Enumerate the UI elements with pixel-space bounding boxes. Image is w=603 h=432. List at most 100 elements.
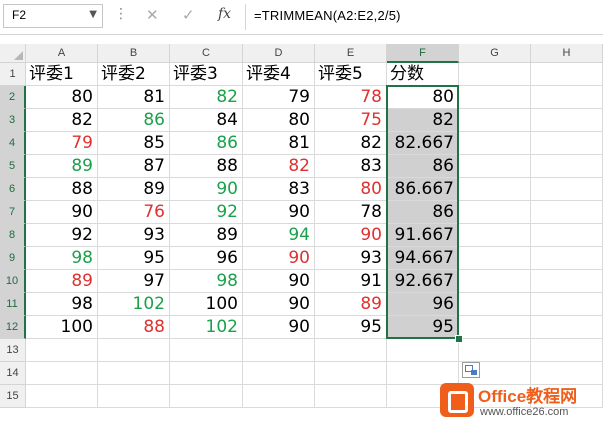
- empty-cell[interactable]: [315, 385, 387, 408]
- score-cell[interactable]: 82.667: [387, 132, 459, 155]
- quick-analysis-icon[interactable]: [462, 362, 480, 378]
- score-input-cell[interactable]: 80: [26, 86, 98, 109]
- empty-cell[interactable]: [98, 362, 170, 385]
- empty-cell[interactable]: [531, 109, 603, 132]
- score-input-cell[interactable]: 89: [98, 178, 170, 201]
- more-options-icon[interactable]: ⋮: [114, 7, 128, 21]
- score-input-cell[interactable]: 80: [315, 178, 387, 201]
- empty-cell[interactable]: [531, 132, 603, 155]
- score-cell[interactable]: 80: [387, 86, 459, 109]
- score-input-cell[interactable]: 102: [98, 293, 170, 316]
- empty-cell[interactable]: [459, 224, 531, 247]
- score-input-cell[interactable]: 100: [170, 293, 243, 316]
- row-header-7[interactable]: 7: [0, 201, 26, 224]
- empty-cell[interactable]: [26, 339, 98, 362]
- empty-cell[interactable]: [531, 86, 603, 109]
- name-box[interactable]: F2 ▼: [3, 4, 103, 28]
- empty-cell[interactable]: [98, 339, 170, 362]
- header-cell[interactable]: 评委1: [26, 63, 98, 86]
- row-header-12[interactable]: 12: [0, 316, 26, 339]
- score-cell[interactable]: 94.667: [387, 247, 459, 270]
- row-header-6[interactable]: 6: [0, 178, 26, 201]
- header-cell[interactable]: 评委4: [243, 63, 315, 86]
- score-input-cell[interactable]: 81: [243, 132, 315, 155]
- score-input-cell[interactable]: 86: [170, 132, 243, 155]
- score-input-cell[interactable]: 90: [243, 293, 315, 316]
- score-input-cell[interactable]: 100: [26, 316, 98, 339]
- score-input-cell[interactable]: 82: [26, 109, 98, 132]
- empty-cell[interactable]: [531, 178, 603, 201]
- score-input-cell[interactable]: 86: [98, 109, 170, 132]
- score-input-cell[interactable]: 78: [315, 201, 387, 224]
- score-input-cell[interactable]: 85: [98, 132, 170, 155]
- column-header-d[interactable]: D: [243, 44, 315, 63]
- empty-cell[interactable]: [459, 316, 531, 339]
- empty-cell[interactable]: [170, 339, 243, 362]
- empty-cell[interactable]: [459, 178, 531, 201]
- header-cell[interactable]: 评委2: [98, 63, 170, 86]
- confirm-icon[interactable]: ✓: [182, 6, 195, 24]
- column-header-e[interactable]: E: [315, 44, 387, 63]
- score-input-cell[interactable]: 83: [243, 178, 315, 201]
- empty-cell[interactable]: [531, 155, 603, 178]
- empty-cell[interactable]: [26, 385, 98, 408]
- column-header-b[interactable]: B: [98, 44, 170, 63]
- empty-cell[interactable]: [459, 109, 531, 132]
- row-header-8[interactable]: 8: [0, 224, 26, 247]
- row-header-4[interactable]: 4: [0, 132, 26, 155]
- empty-cell[interactable]: [459, 270, 531, 293]
- empty-cell[interactable]: [26, 362, 98, 385]
- score-input-cell[interactable]: 75: [315, 109, 387, 132]
- score-input-cell[interactable]: 79: [243, 86, 315, 109]
- empty-cell[interactable]: [459, 63, 531, 86]
- score-cell[interactable]: 96: [387, 293, 459, 316]
- score-input-cell[interactable]: 90: [170, 178, 243, 201]
- score-input-cell[interactable]: 82: [243, 155, 315, 178]
- score-input-cell[interactable]: 97: [98, 270, 170, 293]
- fill-handle[interactable]: [455, 335, 463, 343]
- empty-cell[interactable]: [531, 293, 603, 316]
- score-input-cell[interactable]: 91: [315, 270, 387, 293]
- empty-cell[interactable]: [315, 339, 387, 362]
- select-all-corner[interactable]: [0, 44, 26, 63]
- score-input-cell[interactable]: 92: [170, 201, 243, 224]
- score-input-cell[interactable]: 98: [26, 247, 98, 270]
- empty-cell[interactable]: [243, 362, 315, 385]
- score-input-cell[interactable]: 87: [98, 155, 170, 178]
- score-input-cell[interactable]: 93: [98, 224, 170, 247]
- score-cell[interactable]: 95: [387, 316, 459, 339]
- score-input-cell[interactable]: 88: [26, 178, 98, 201]
- empty-cell[interactable]: [459, 201, 531, 224]
- score-input-cell[interactable]: 89: [26, 270, 98, 293]
- column-header-f[interactable]: F: [387, 44, 459, 63]
- score-input-cell[interactable]: 83: [315, 155, 387, 178]
- score-input-cell[interactable]: 94: [243, 224, 315, 247]
- cancel-icon[interactable]: ✕: [146, 6, 159, 24]
- score-input-cell[interactable]: 88: [170, 155, 243, 178]
- row-header-3[interactable]: 3: [0, 109, 26, 132]
- score-input-cell[interactable]: 79: [26, 132, 98, 155]
- empty-cell[interactable]: [315, 362, 387, 385]
- row-header-11[interactable]: 11: [0, 293, 26, 316]
- score-input-cell[interactable]: 90: [243, 201, 315, 224]
- score-input-cell[interactable]: 98: [26, 293, 98, 316]
- empty-cell[interactable]: [459, 86, 531, 109]
- score-input-cell[interactable]: 89: [26, 155, 98, 178]
- row-header-15[interactable]: 15: [0, 385, 26, 408]
- score-input-cell[interactable]: 82: [315, 132, 387, 155]
- empty-cell[interactable]: [459, 247, 531, 270]
- score-input-cell[interactable]: 90: [26, 201, 98, 224]
- empty-cell[interactable]: [531, 247, 603, 270]
- score-cell[interactable]: 86: [387, 155, 459, 178]
- score-input-cell[interactable]: 90: [243, 270, 315, 293]
- score-input-cell[interactable]: 92: [26, 224, 98, 247]
- row-header-5[interactable]: 5: [0, 155, 26, 178]
- score-cell[interactable]: 86.667: [387, 178, 459, 201]
- score-cell[interactable]: 91.667: [387, 224, 459, 247]
- score-input-cell[interactable]: 84: [170, 109, 243, 132]
- empty-cell[interactable]: [531, 339, 603, 362]
- empty-cell[interactable]: [170, 362, 243, 385]
- formula-input[interactable]: =TRIMMEAN(A2:E2,2/5): [254, 8, 401, 23]
- score-input-cell[interactable]: 95: [98, 247, 170, 270]
- empty-cell[interactable]: [531, 224, 603, 247]
